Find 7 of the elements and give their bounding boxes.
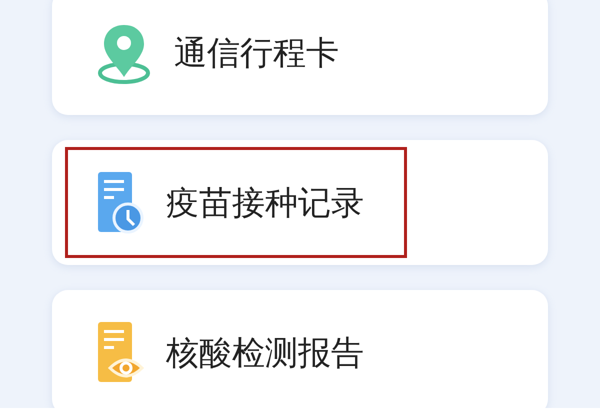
menu-card[interactable]: 疫苗接种记录 bbox=[52, 140, 548, 265]
menu-card[interactable]: 核酸检测报告 bbox=[52, 290, 548, 408]
menu-card[interactable]: 通信行程卡 bbox=[52, 0, 548, 115]
menu-label: 通信行程卡 bbox=[174, 32, 339, 74]
menu-label: 疫苗接种记录 bbox=[166, 182, 364, 224]
document-clock-icon bbox=[96, 170, 144, 236]
menu-label: 核酸检测报告 bbox=[166, 332, 364, 374]
